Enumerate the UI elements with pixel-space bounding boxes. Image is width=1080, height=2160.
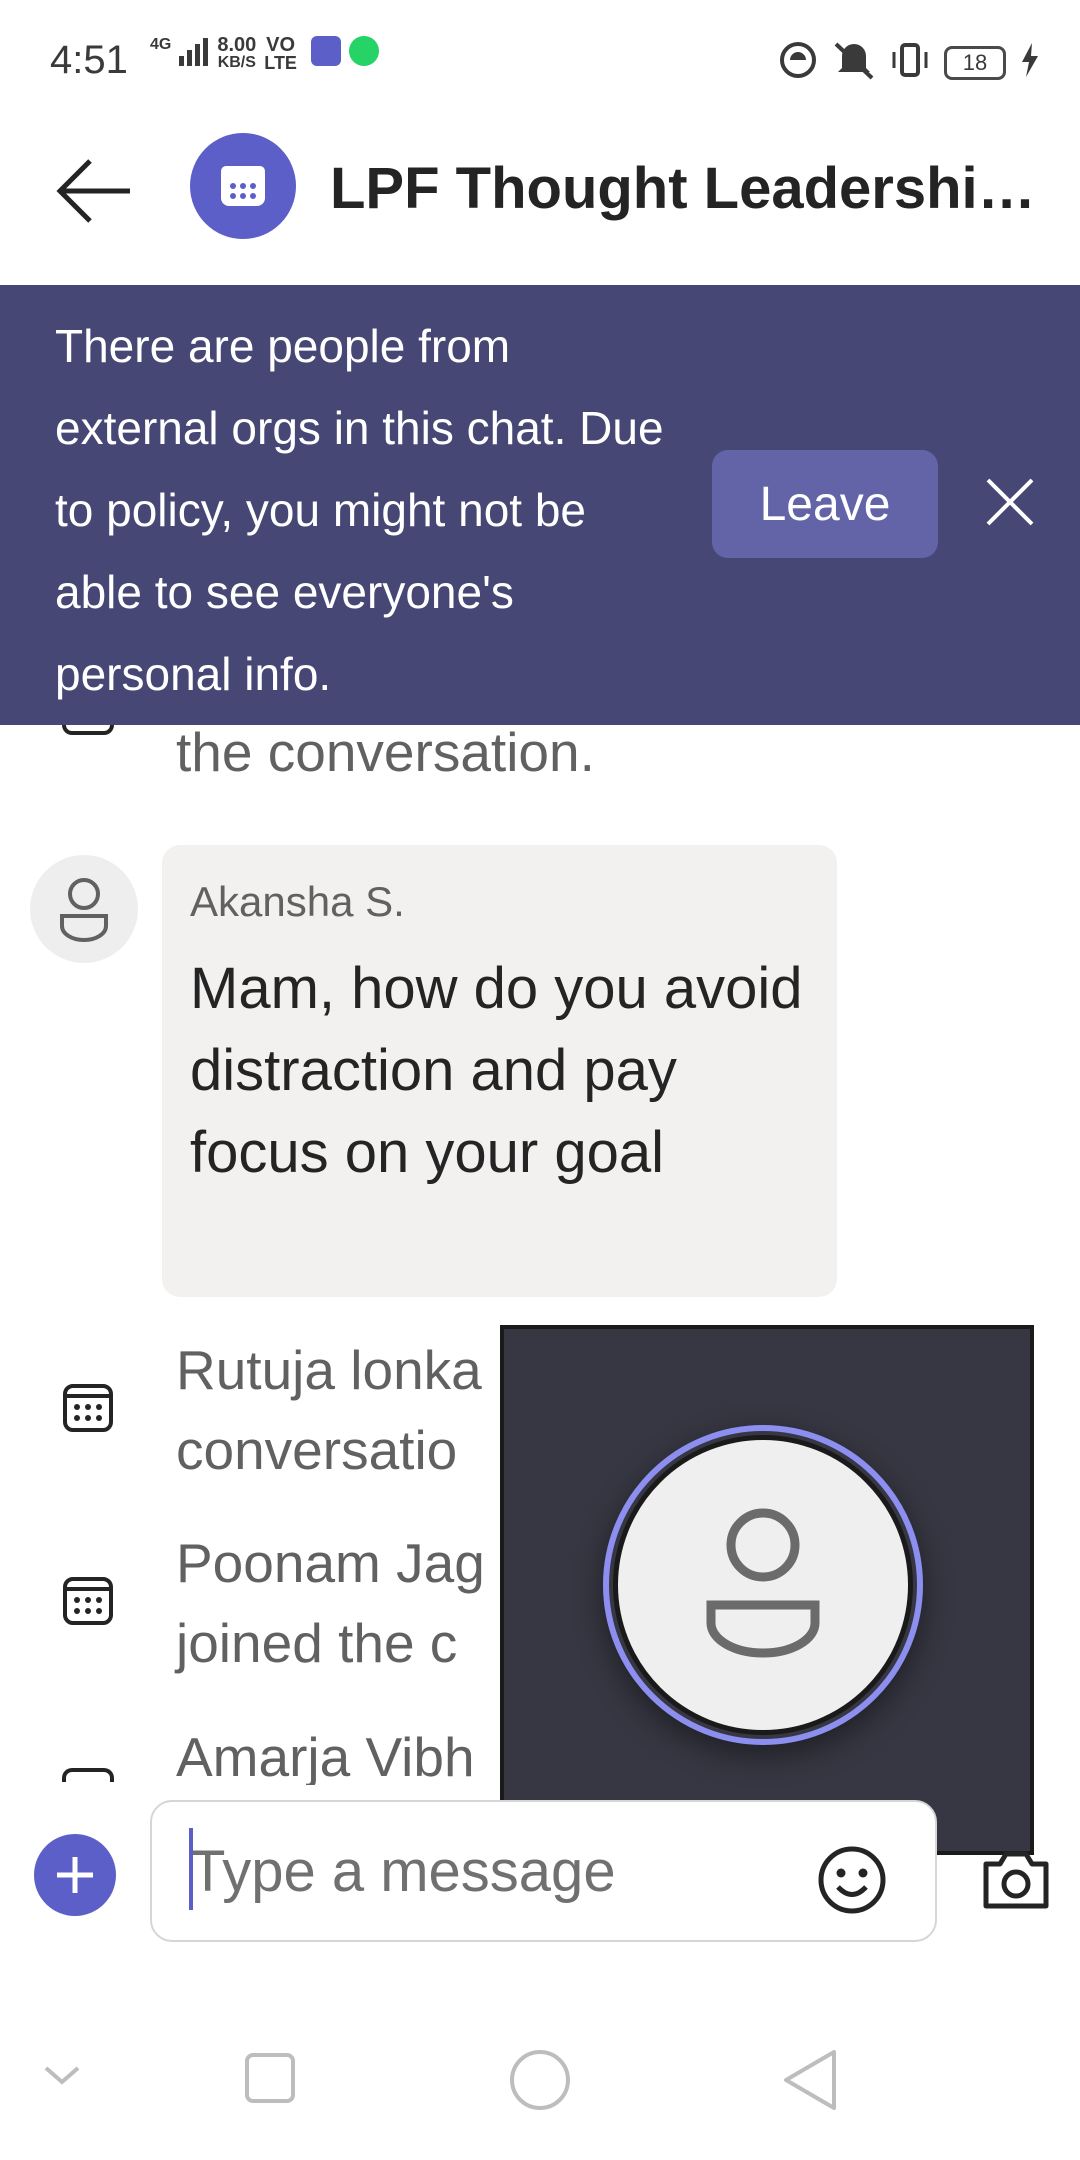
- chevron-down-icon: [44, 2066, 80, 2085]
- back-arrow-icon: [56, 159, 130, 223]
- plus-icon: [57, 1857, 93, 1893]
- teams-notification-icon: [310, 36, 341, 66]
- nav-home-button[interactable]: [508, 2048, 572, 2117]
- emoji-icon: [818, 1846, 886, 1914]
- dismiss-banner-button[interactable]: [978, 470, 1042, 534]
- chat-title[interactable]: LPF Thought Leadership...: [330, 155, 1060, 222]
- network-unit: KB/S: [217, 54, 256, 71]
- volte-label: VO: [266, 34, 296, 56]
- network-type: 4G: [150, 36, 172, 53]
- system-message-line: Rutuja lonka: [176, 1339, 482, 1401]
- message-sender: Akansha S.: [190, 878, 405, 925]
- nav-recents-button[interactable]: [244, 2052, 296, 2109]
- camera-icon: [983, 1851, 1049, 1909]
- message-text: Mam, how do you avoid distraction and pa…: [190, 956, 803, 1185]
- emoji-button[interactable]: [816, 1844, 888, 1916]
- triangle-back-icon: [784, 2050, 836, 2110]
- mute-icon: [832, 40, 876, 85]
- charging-icon: [1020, 43, 1040, 82]
- square-icon: [245, 2053, 295, 2103]
- signal-icon: [179, 36, 209, 69]
- battery-icon: 18: [944, 45, 1006, 80]
- system-message-line: conversatio: [176, 1419, 458, 1481]
- status-icons: 18: [778, 40, 1040, 85]
- calendar-icon: [62, 1768, 114, 1782]
- message-input[interactable]: [190, 1836, 790, 1906]
- banner-message: There are people from external orgs in t…: [55, 320, 664, 700]
- add-attachment-button[interactable]: [34, 1834, 116, 1916]
- volte-sub-label: LTE: [264, 53, 297, 73]
- participant-avatar: [613, 1435, 913, 1735]
- person-icon: [706, 1508, 820, 1658]
- sender-avatar[interactable]: [30, 855, 138, 963]
- whatsapp-notification-icon: [348, 36, 379, 66]
- network-info: 4G 8.00 KB/S VO LTE: [150, 34, 379, 73]
- battery-level: 18: [962, 49, 988, 75]
- system-message-line: Poonam Jag: [176, 1532, 485, 1594]
- close-icon: [986, 478, 1034, 526]
- network-speed: 8.00: [217, 34, 257, 56]
- text-cursor: [189, 1828, 193, 1910]
- back-button[interactable]: [52, 148, 138, 234]
- camera-button[interactable]: [980, 1848, 1052, 1912]
- calendar-icon: [62, 1575, 114, 1627]
- system-message-line: joined the c: [176, 1612, 458, 1674]
- meeting-chat-avatar[interactable]: [190, 133, 296, 239]
- calendar-icon: [221, 166, 265, 206]
- leave-button[interactable]: Leave: [712, 450, 938, 558]
- vibrate-icon: [890, 40, 930, 85]
- system-message-line: Amarja Vibh: [176, 1726, 475, 1785]
- circle-icon: [510, 2050, 570, 2110]
- focus-mode-icon: [778, 40, 818, 85]
- status-time: 4:51: [50, 38, 128, 82]
- calendar-icon: [62, 1382, 114, 1434]
- nav-back-button[interactable]: [782, 2048, 838, 2117]
- nav-collapse-button[interactable]: [40, 2060, 84, 2095]
- person-icon: [60, 878, 108, 942]
